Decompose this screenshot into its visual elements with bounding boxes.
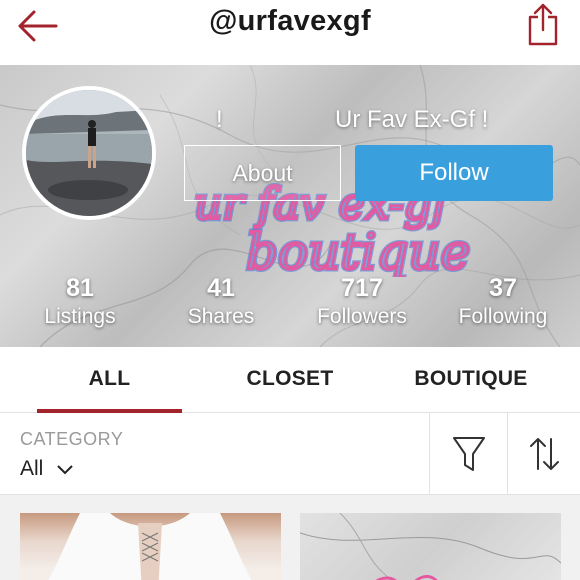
listing-thumbnail-1[interactable] — [20, 513, 281, 580]
category-dropdown[interactable]: All — [20, 457, 73, 481]
top-navigation-bar: @urfavexgf — [0, 0, 580, 65]
stat-label: Following — [458, 305, 548, 328]
brand-art-line-2-outline: boutique — [246, 223, 470, 277]
category-label: CATEGORY — [20, 429, 124, 449]
stat-value: 37 — [489, 274, 517, 302]
stat-following[interactable]: 37 Following — [433, 273, 573, 331]
profile-cover: ! Ur Fav Ex-Gf ! ur fav ex-gf ur fav ex-… — [0, 65, 580, 347]
share-icon[interactable] — [526, 2, 560, 46]
filter-button[interactable] — [429, 413, 507, 495]
stat-shares[interactable]: 41 Shares — [151, 273, 291, 331]
sort-arrows-icon — [530, 438, 559, 470]
tab-all[interactable]: ALL — [37, 347, 182, 413]
closet-tabs: ALL CLOSET BOUTIQUE — [0, 347, 580, 413]
about-button[interactable]: About — [184, 145, 341, 201]
stat-value: 41 — [207, 274, 235, 302]
tab-boutique[interactable]: BOUTIQUE — [398, 347, 544, 413]
listings-grid — [0, 495, 580, 580]
stat-label: Listings — [44, 305, 116, 328]
filter-bar: CATEGORY All — [0, 413, 580, 495]
sort-button[interactable] — [507, 413, 580, 495]
stat-listings[interactable]: 81 Listings — [10, 273, 150, 331]
follow-button[interactable]: Follow — [355, 145, 553, 201]
listing-thumbnail-2[interactable] — [300, 513, 561, 580]
chevron-down-icon — [57, 457, 73, 481]
name-prefix: ! — [216, 106, 223, 133]
category-value: All — [20, 457, 44, 480]
avatar[interactable] — [22, 86, 156, 220]
stat-followers[interactable]: 717 Followers — [292, 273, 432, 331]
stat-value: 717 — [341, 274, 383, 302]
filter-funnel-icon — [453, 437, 485, 471]
display-name: Ur Fav Ex-Gf ! — [335, 106, 489, 133]
stat-value: 81 — [66, 274, 94, 302]
stat-label: Shares — [187, 305, 255, 328]
profile-username: @urfavexgf — [209, 5, 371, 37]
tab-closet[interactable]: CLOSET — [220, 347, 360, 413]
stat-label: Followers — [317, 305, 407, 328]
